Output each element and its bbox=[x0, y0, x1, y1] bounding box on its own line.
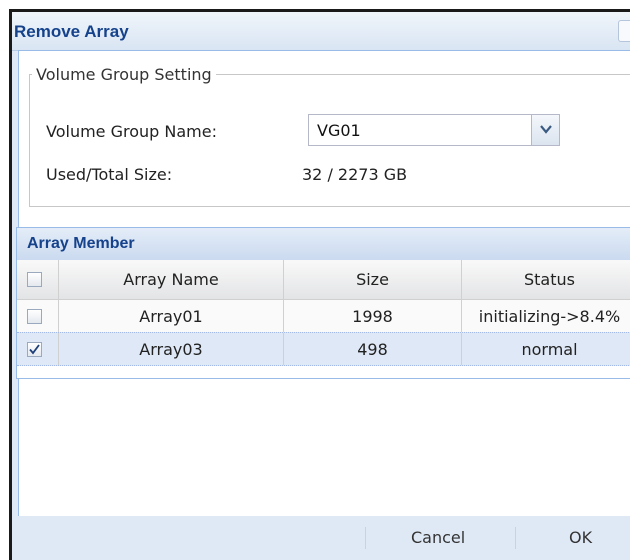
array-name-value: Array03 bbox=[139, 340, 203, 359]
volume-group-name-select[interactable]: VG01 bbox=[308, 114, 560, 146]
size-cell: 1998 bbox=[284, 300, 462, 332]
column-header-array-name[interactable]: Array Name bbox=[59, 260, 284, 299]
table-row[interactable]: Array03 498 normal bbox=[17, 332, 630, 366]
size-cell: 498 bbox=[284, 333, 462, 365]
dialog-footer: Cancel OK bbox=[12, 516, 630, 560]
row-checkbox[interactable] bbox=[27, 342, 42, 357]
ok-button[interactable]: OK bbox=[569, 528, 592, 547]
cancel-button[interactable]: Cancel bbox=[411, 528, 465, 547]
column-header-label: Array Name bbox=[123, 270, 219, 289]
remove-array-dialog: Remove Array Volume Group Setting Volume… bbox=[9, 9, 630, 560]
grid-header: Array Name Size Status bbox=[17, 260, 630, 300]
close-icon[interactable] bbox=[618, 20, 630, 42]
status-cell: initializing->8.4% bbox=[462, 300, 630, 332]
column-header-label: Size bbox=[356, 270, 389, 289]
array-member-title: Array Member bbox=[27, 235, 135, 252]
array-member-header: Array Member bbox=[17, 228, 630, 261]
status-value: normal bbox=[521, 340, 578, 359]
array-name-cell: Array03 bbox=[59, 333, 284, 365]
chevron-down-icon bbox=[540, 125, 552, 134]
array-name-cell: Array01 bbox=[59, 300, 284, 332]
status-cell: normal bbox=[462, 333, 630, 365]
dialog-title: Remove Array bbox=[14, 22, 129, 41]
used-total-size-label: Used/Total Size: bbox=[46, 165, 173, 184]
row-checkbox-cell bbox=[17, 333, 59, 365]
column-header-size[interactable]: Size bbox=[284, 260, 462, 299]
button-separator bbox=[515, 527, 516, 549]
column-header-status[interactable]: Status bbox=[462, 260, 630, 299]
column-header-label: Status bbox=[524, 270, 575, 289]
row-checkbox-cell bbox=[17, 300, 59, 332]
array-member-panel: Array Member Array Name Size Status Arra… bbox=[16, 227, 630, 379]
dropdown-trigger[interactable] bbox=[531, 115, 559, 145]
volume-group-name-label: Volume Group Name: bbox=[46, 122, 217, 141]
checkmark-icon bbox=[29, 344, 40, 355]
used-total-size-value: 32 / 2273 GB bbox=[302, 165, 408, 184]
size-value: 1998 bbox=[352, 307, 393, 326]
table-row[interactable]: Array01 1998 initializing->8.4% bbox=[17, 300, 630, 333]
button-separator bbox=[365, 527, 366, 549]
size-value: 498 bbox=[357, 340, 388, 359]
dialog-titlebar[interactable]: Remove Array bbox=[12, 12, 630, 51]
array-name-value: Array01 bbox=[139, 307, 203, 326]
volume-group-setting-legend: Volume Group Setting bbox=[36, 65, 212, 84]
select-all-checkbox[interactable] bbox=[27, 272, 42, 287]
row-checkbox[interactable] bbox=[27, 309, 42, 324]
select-all-column bbox=[17, 260, 59, 299]
volume-group-name-value: VG01 bbox=[317, 121, 361, 140]
status-value: initializing->8.4% bbox=[478, 307, 621, 326]
